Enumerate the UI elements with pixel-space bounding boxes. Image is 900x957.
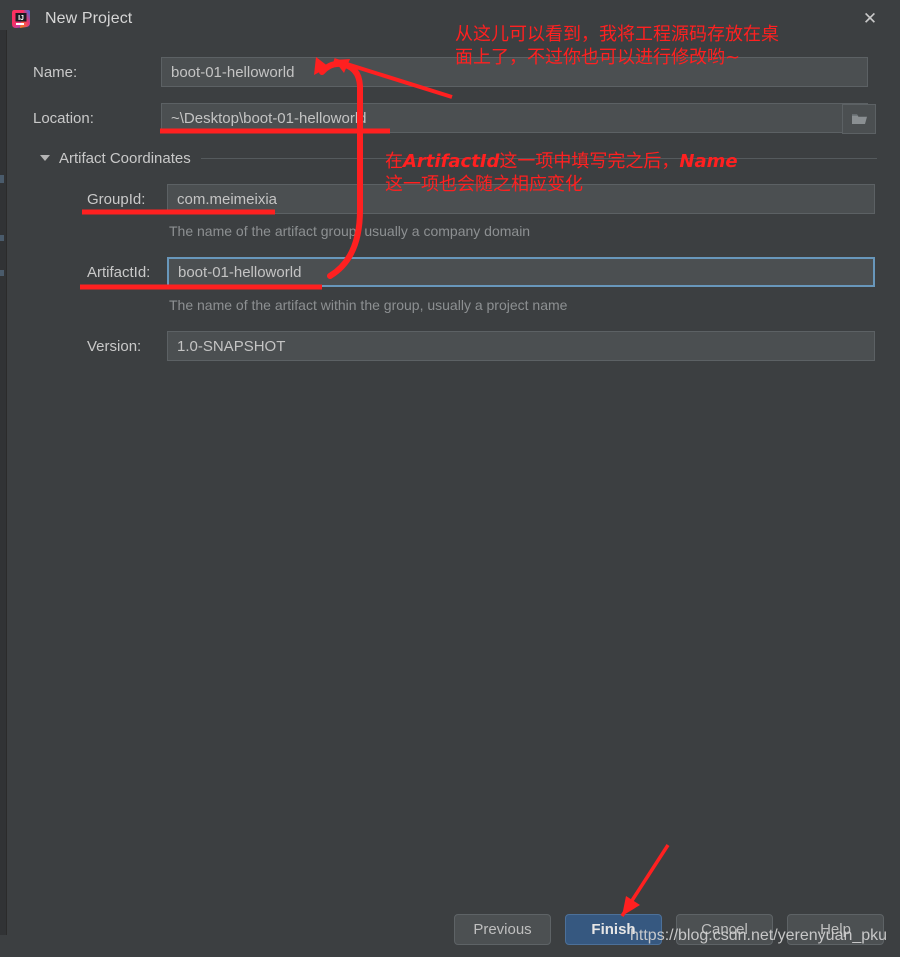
help-button[interactable]: Help [787, 914, 884, 945]
group-id-hint: The name of the artifact group, usually … [169, 223, 531, 239]
dialog-title: New Project [45, 10, 133, 27]
location-row: Location: ~\Desktop\boot-01-helloworld [33, 103, 868, 133]
background-marker-1 [0, 175, 4, 183]
finish-button[interactable]: Finish [565, 914, 662, 945]
group-id-row: GroupId: com.meimeixia [87, 184, 875, 214]
artifact-coordinates-label: Artifact Coordinates [59, 149, 191, 167]
background-marker-2 [0, 235, 4, 241]
name-label: Name: [33, 63, 78, 81]
artifact-id-input[interactable]: boot-01-helloworld [167, 257, 875, 287]
version-input[interactable]: 1.0-SNAPSHOT [167, 331, 875, 361]
svg-text:IJ: IJ [18, 15, 24, 22]
intellij-idea-icon: IJ [11, 9, 31, 29]
new-project-dialog-root: IJ New Project ✕ Name: boot-01-helloworl… [0, 0, 900, 957]
previous-button[interactable]: Previous [454, 914, 551, 945]
version-row: Version: 1.0-SNAPSHOT [87, 331, 875, 361]
chevron-down-icon[interactable] [40, 155, 50, 161]
version-label: Version: [87, 337, 142, 355]
new-project-dialog: IJ New Project ✕ Name: boot-01-helloworl… [7, 0, 900, 957]
dialog-button-bar: Previous Finish Cancel Help [7, 914, 900, 945]
background-window-strip [0, 30, 7, 935]
section-divider [200, 157, 877, 159]
group-id-label: GroupId: [87, 190, 146, 208]
name-row: Name: boot-01-helloworld [33, 57, 868, 87]
location-input[interactable]: ~\Desktop\boot-01-helloworld [161, 103, 868, 133]
folder-icon[interactable] [842, 104, 876, 134]
close-icon[interactable]: ✕ [848, 3, 892, 33]
artifact-coordinates-section-header[interactable]: Artifact Coordinates [40, 148, 877, 168]
background-marker-3 [0, 270, 4, 276]
cancel-button[interactable]: Cancel [676, 914, 773, 945]
dialog-title-bar: IJ New Project ✕ [7, 0, 900, 38]
artifact-id-label: ArtifactId: [87, 263, 151, 281]
location-label: Location: [33, 109, 94, 127]
group-id-input[interactable]: com.meimeixia [167, 184, 875, 214]
artifact-id-hint: The name of the artifact within the grou… [169, 297, 568, 313]
artifact-id-row: ArtifactId: boot-01-helloworld [87, 257, 875, 287]
name-input[interactable]: boot-01-helloworld [161, 57, 868, 87]
